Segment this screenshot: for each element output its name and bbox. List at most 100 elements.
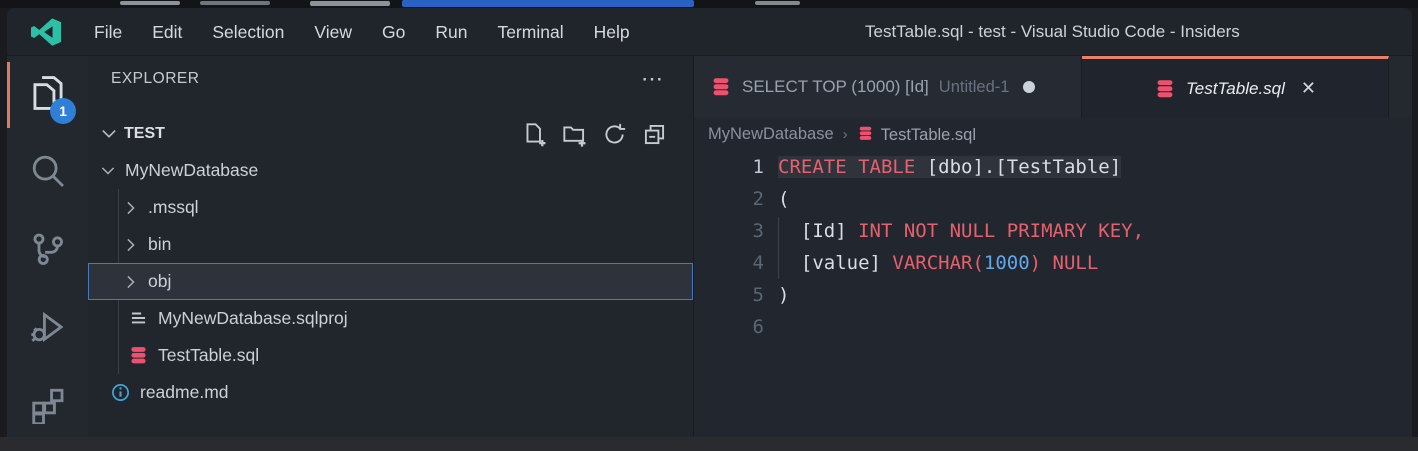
tree-item-readme-md[interactable]: readme.md [88, 374, 693, 411]
activity-bar-item-explorer[interactable]: 1 [7, 56, 88, 134]
background-fragment [310, 1, 390, 6]
new-file-icon[interactable] [522, 122, 547, 147]
code-line-text: CREATE TABLE [dbo].[TestTable] [764, 151, 1121, 183]
background-window-sliver [0, 0, 1418, 8]
more-actions-icon[interactable]: ⋯ [641, 74, 665, 84]
breadcrumb-item[interactable]: TestTable.sql [857, 125, 976, 145]
code-token: ( [778, 188, 789, 210]
run-debug-icon [29, 308, 67, 351]
breadcrumb-label: TestTable.sql [881, 126, 976, 144]
menu-item-view[interactable]: View [299, 8, 367, 56]
menu-item-run[interactable]: Run [420, 8, 482, 56]
editor-tab-inactive[interactable]: SELECT TOP (1000) [Id] Untitled-1 [694, 56, 1082, 118]
menu-item-edit[interactable]: Edit [137, 8, 197, 56]
menu-item-terminal[interactable]: Terminal [482, 8, 578, 56]
menu-item-selection[interactable]: Selection [197, 8, 299, 56]
background-fragment-selection [402, 0, 694, 7]
code-token: ) [778, 284, 789, 306]
tree-item-bin[interactable]: bin [88, 226, 693, 263]
line-number: 6 [694, 311, 764, 343]
collapse-all-icon[interactable] [642, 122, 667, 147]
menu-item-help[interactable]: Help [579, 8, 645, 56]
breadcrumb-separator-icon: › [843, 126, 848, 143]
activity-bar-item-search[interactable] [7, 134, 88, 212]
code-token: CREATE TABLE [778, 156, 927, 178]
chevron-down-icon [98, 161, 118, 181]
menu-bar: FileEditSelectionViewGoRunTerminalHelp [79, 8, 645, 55]
activity-bar: 1 [7, 56, 88, 437]
tree-item-mynewdatabase-sqlproj[interactable]: MyNewDatabase.sqlproj [88, 300, 693, 337]
code-token: [dbo].[TestTable] [927, 156, 1121, 178]
close-icon[interactable]: ✕ [1301, 78, 1316, 99]
menu-item-go[interactable]: Go [367, 8, 420, 56]
code-line-6[interactable]: 6 [694, 311, 1412, 343]
title-bar: FileEditSelectionViewGoRunTerminalHelp T… [7, 8, 1412, 56]
tab-label: TestTable.sql [1186, 79, 1285, 99]
code-line-4[interactable]: 4 [value] VARCHAR(1000) NULL [694, 247, 1412, 279]
section-header-test[interactable]: TEST [88, 116, 693, 152]
line-number: 5 [694, 279, 764, 311]
new-folder-icon[interactable] [562, 122, 587, 147]
menu-item-file[interactable]: File [79, 8, 137, 56]
backdrop-bottom-edge [0, 437, 1418, 451]
sidebar-title: EXPLORER [111, 70, 199, 88]
explorer-sidebar: EXPLORER ⋯ TEST MyNewDatabase .mssql bin ob… [88, 56, 694, 437]
source-control-icon [29, 230, 67, 273]
code-token: [value] [778, 252, 892, 274]
line-number: 1 [694, 151, 764, 183]
code-line-2[interactable]: 2( [694, 183, 1412, 215]
code-token: [Id] [778, 220, 858, 242]
tree-item-testtable-sql[interactable]: TestTable.sql [88, 337, 693, 374]
line-number: 2 [694, 183, 764, 215]
sidebar-header: EXPLORER ⋯ [88, 56, 693, 102]
tree-item-label: .mssql [148, 197, 199, 218]
code-line-text: ( [764, 183, 789, 215]
editor-indent-guide [778, 217, 779, 279]
tree-item--mssql[interactable]: .mssql [88, 189, 693, 226]
code-editor[interactable]: 1CREATE TABLE [dbo].[TestTable]2(3 [Id] … [694, 151, 1412, 437]
tab-description: Untitled-1 [939, 78, 1010, 97]
editor-tab-active[interactable]: TestTable.sql ✕ [1082, 56, 1389, 118]
tree-item-label: MyNewDatabase [125, 160, 258, 181]
section-label: TEST [124, 125, 165, 143]
code-token: 1000 [984, 252, 1030, 274]
code-line-text: ) [764, 279, 789, 311]
chevron-down-icon [98, 123, 120, 145]
refresh-icon[interactable] [602, 122, 627, 147]
breadcrumb-label: MyNewDatabase [708, 125, 834, 143]
tree-item-label: bin [148, 234, 171, 255]
tab-label: SELECT TOP (1000) [Id] [742, 77, 929, 97]
line-number: 4 [694, 247, 764, 279]
extensions-icon [29, 386, 67, 429]
search-icon [29, 152, 67, 195]
tab-bar: SELECT TOP (1000) [Id] Untitled-1 TestTabl… [694, 56, 1412, 118]
vscode-insiders-logo [31, 17, 61, 47]
vscode-window: FileEditSelectionViewGoRunTerminalHelp T… [7, 8, 1412, 437]
code-line-text [764, 311, 778, 343]
activity-bar-item-source-control[interactable] [7, 212, 88, 290]
activity-bar-item-run-and-debug[interactable] [7, 290, 88, 368]
code-token: VARCHAR( [892, 252, 984, 274]
code-line-1[interactable]: 1CREATE TABLE [dbo].[TestTable] [694, 151, 1412, 183]
database-icon [710, 76, 732, 98]
database-icon [857, 125, 874, 142]
tree-item-label: obj [148, 271, 171, 292]
activity-bar-item-extensions[interactable] [7, 368, 88, 437]
modified-dot-icon[interactable] [1023, 81, 1035, 93]
database-icon [128, 345, 149, 366]
tree-item-mynewdatabase[interactable]: MyNewDatabase [88, 152, 693, 189]
code-line-3[interactable]: 3 [Id] INT NOT NULL PRIMARY KEY, [694, 215, 1412, 247]
list-icon [128, 308, 149, 329]
code-line-text: [value] VARCHAR(1000) NULL [764, 247, 1098, 279]
editor-group: SELECT TOP (1000) [Id] Untitled-1 TestTabl… [694, 56, 1412, 437]
info-icon [110, 382, 131, 403]
tree-item-label: readme.md [140, 382, 229, 403]
chevron-right-icon [121, 198, 141, 218]
chevron-right-icon [121, 272, 141, 292]
breadcrumb-item[interactable]: MyNewDatabase [708, 125, 834, 144]
code-line-text: [Id] INT NOT NULL PRIMARY KEY, [764, 215, 1144, 247]
code-line-5[interactable]: 5) [694, 279, 1412, 311]
tree-item-obj[interactable]: obj [88, 263, 693, 300]
window-title: TestTable.sql - test - Visual Studio Cod… [865, 8, 1240, 56]
explorer-badge: 1 [50, 98, 76, 124]
